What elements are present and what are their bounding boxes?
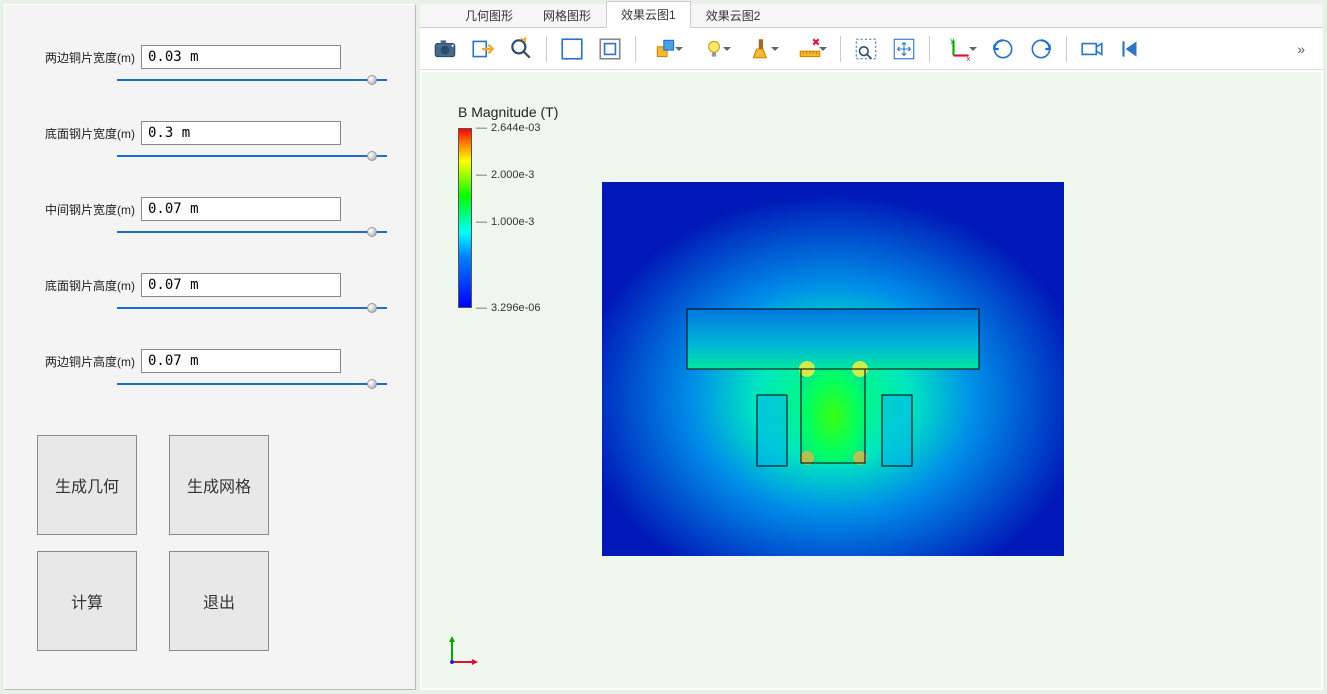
viewport[interactable]: B Magnitude (T) 2.644e-03 2.000e-3 1.000e-… [422, 72, 1321, 688]
lightbulb-icon[interactable] [692, 32, 736, 66]
tab-bar: 几何图形网格图形效果云图1效果云图2 [420, 4, 1323, 28]
param-input[interactable] [141, 349, 341, 373]
colorbar-title: B Magnitude (T) [458, 104, 560, 120]
param-slider[interactable] [33, 73, 387, 87]
zoom-box-icon[interactable] [849, 32, 883, 66]
param-row: 两边铜片宽度(m) [33, 45, 387, 87]
gen-geom-button[interactable]: 生成几何 [37, 435, 137, 535]
param-slider[interactable] [33, 225, 387, 239]
frame-outer-icon[interactable] [555, 32, 589, 66]
toolbar: yx » [420, 28, 1323, 70]
param-slider[interactable] [33, 377, 387, 391]
tab[interactable]: 效果云图2 [691, 2, 776, 28]
param-row: 中间钢片宽度(m) [33, 197, 387, 239]
field-plot [602, 182, 1064, 556]
param-slider[interactable] [33, 301, 387, 315]
gen-mesh-button[interactable]: 生成网格 [169, 435, 269, 535]
tab[interactable]: 几何图形 [450, 2, 528, 28]
brush-icon[interactable] [740, 32, 784, 66]
colorbar-tick: 2.000e-3 [476, 169, 534, 181]
compute-button[interactable]: 计算 [37, 551, 137, 651]
action-buttons: 生成几何 生成网格 计算 退出 [37, 435, 387, 651]
boxes-icon[interactable] [644, 32, 688, 66]
tab[interactable]: 效果云图1 [606, 1, 691, 28]
first-frame-icon[interactable] [1113, 32, 1147, 66]
colorbar-ticks: 2.644e-032.000e-31.000e-33.296e-06 [476, 128, 560, 308]
main-panel: 几何图形网格图形效果云图1效果云图2 [420, 4, 1323, 690]
param-row: 底面钢片宽度(m) [33, 121, 387, 163]
colorbar-tick: 3.296e-06 [476, 302, 541, 314]
exit-button[interactable]: 退出 [169, 551, 269, 651]
param-slider[interactable] [33, 149, 387, 163]
param-label: 底面钢片宽度(m) [33, 125, 135, 142]
ruler-delete-icon[interactable] [788, 32, 832, 66]
colorbar-tick: 1.000e-3 [476, 216, 534, 228]
param-label: 底面钢片高度(m) [33, 277, 135, 294]
tab[interactable]: 网格图形 [528, 2, 606, 28]
svg-text:x: x [967, 53, 971, 61]
param-input[interactable] [141, 273, 341, 297]
svg-text:y: y [950, 36, 954, 45]
param-row: 底面钢片高度(m) [33, 273, 387, 315]
param-input[interactable] [141, 197, 341, 221]
param-label: 两边铜片宽度(m) [33, 49, 135, 66]
export-icon[interactable] [466, 32, 500, 66]
colorbar: B Magnitude (T) 2.644e-03 2.000e-3 1.000e-… [458, 104, 560, 308]
frame-inner-icon[interactable] [593, 32, 627, 66]
toolbar-overflow[interactable]: » [1287, 37, 1315, 61]
camera-icon[interactable] [428, 32, 462, 66]
camera-view-icon[interactable] [1075, 32, 1109, 66]
param-label: 两边铜片高度(m) [33, 353, 135, 370]
rotate-ccw-icon[interactable] [986, 32, 1020, 66]
colorbar-gradient [458, 128, 472, 308]
rotate-cw-icon[interactable] [1024, 32, 1058, 66]
param-row: 两边铜片高度(m) [33, 349, 387, 391]
param-label: 中间钢片宽度(m) [33, 201, 135, 218]
param-input[interactable] [141, 45, 341, 69]
zoom-auto-icon[interactable] [504, 32, 538, 66]
pan-icon[interactable] [887, 32, 921, 66]
sidebar: 两边铜片宽度(m) 底面钢片宽度(m) 中间钢片宽度(m) 底面钢片高度(m) 两边铜片… [4, 4, 416, 690]
orientation-triad-icon [446, 632, 482, 668]
param-input[interactable] [141, 121, 341, 145]
axes-icon[interactable]: yx [938, 32, 982, 66]
colorbar-tick: 2.644e-03 [476, 122, 541, 134]
